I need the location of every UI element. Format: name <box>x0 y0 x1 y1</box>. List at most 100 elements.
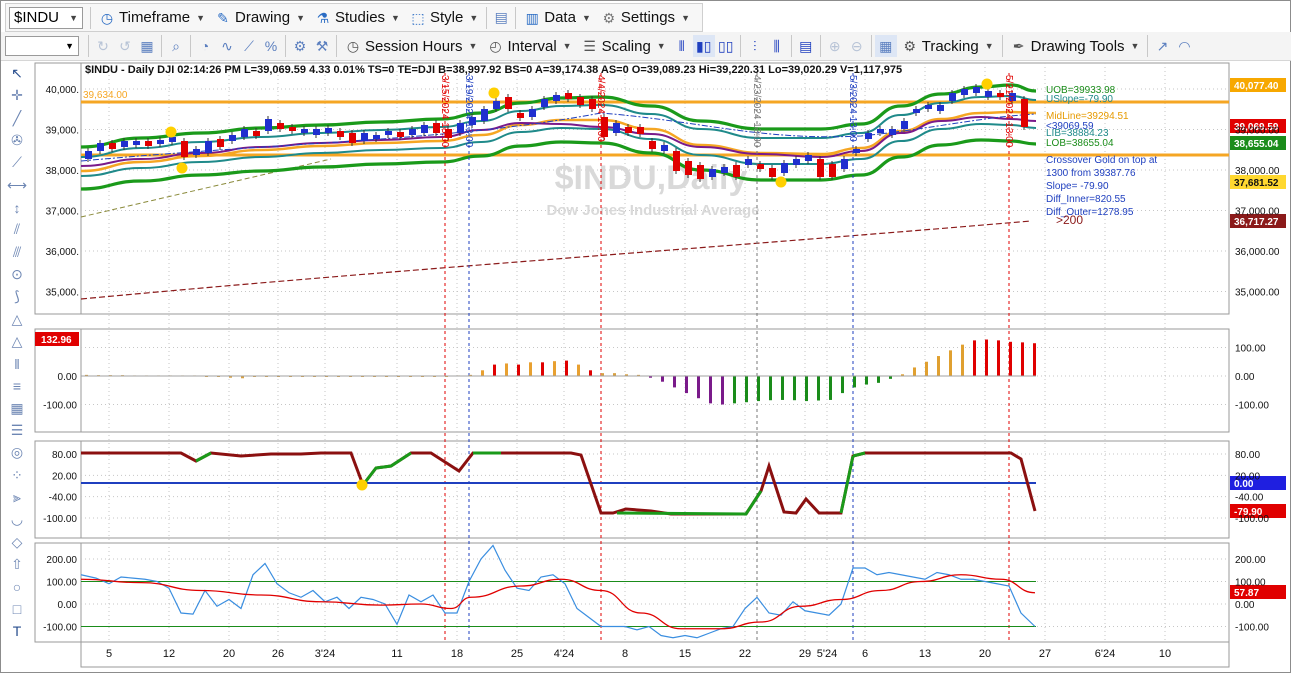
x-tick-label: 20 <box>223 648 235 660</box>
hist-bar <box>553 361 556 376</box>
hist-bar <box>685 376 688 394</box>
osc-up-segment <box>839 455 855 514</box>
candle-body <box>829 164 836 177</box>
signal-dot <box>165 126 177 138</box>
x-tick-label: 6 <box>862 648 868 660</box>
osc-left-tick: 20.00 <box>52 471 77 482</box>
candle-body <box>361 133 368 141</box>
x-tick-label: 29 <box>799 648 811 660</box>
hist-bar <box>673 376 676 388</box>
candle-body <box>193 149 200 155</box>
x-tick-label: 18 <box>451 648 463 660</box>
crossover-note-3: Slope= -79.90 <box>1046 181 1109 192</box>
osc-right-tick: 80.00 <box>1235 450 1260 461</box>
upper-inner-band <box>80 94 1037 158</box>
candle-body <box>253 131 260 136</box>
hist-bar <box>793 376 796 401</box>
x-tick-label: 13 <box>919 648 931 660</box>
osc-right-tick: 20.00 <box>1235 471 1260 482</box>
candle-body <box>397 132 404 137</box>
candle-body <box>757 164 764 169</box>
x-tick-label: 11 <box>391 648 402 660</box>
x-tick-label: 26 <box>272 648 284 660</box>
hist-bar <box>769 376 772 401</box>
price-right-tick: 37,000.00 <box>1235 207 1280 218</box>
candle-body <box>385 131 392 135</box>
price-left-tick: 40,000. <box>46 85 79 96</box>
candle-body <box>421 125 428 133</box>
hist-bar <box>661 376 664 382</box>
candle-body <box>349 133 356 143</box>
hist-bar <box>565 360 568 376</box>
hist-bar <box>505 363 508 376</box>
candle-body <box>805 155 812 161</box>
osc-right-tick: -40.00 <box>1235 493 1264 504</box>
x-tick-label: 8 <box>622 648 628 660</box>
legend-lob: LOB=38655.04 <box>1046 138 1114 149</box>
hist-bar <box>961 344 964 376</box>
panel-price-left-axis <box>34 62 82 315</box>
hist-bar <box>541 362 544 376</box>
oscillator-panel: 0.00-79.90 <box>81 451 1286 518</box>
x-tick-label: 6'24 <box>1095 648 1115 660</box>
candle-body <box>409 129 416 135</box>
price-left-tick: 37,000. <box>46 207 79 218</box>
candle-body <box>697 165 704 179</box>
candle-body <box>1021 99 1028 127</box>
candle-body <box>997 93 1004 97</box>
candle-body <box>673 151 680 171</box>
candle-body <box>145 141 152 146</box>
candle-body <box>265 119 272 131</box>
candle-body <box>649 141 656 149</box>
candle-body <box>457 123 464 133</box>
hist-badge-text: 132.96 <box>41 335 72 346</box>
candle-body <box>949 93 956 101</box>
price-badge-text: 37,681.52 <box>1234 178 1279 189</box>
candle-body <box>277 123 284 129</box>
x-tick-label: 22 <box>739 648 751 660</box>
crossover-note-2: 1300 from 39387.76 <box>1046 168 1136 179</box>
resistance-level-label: 39,634.00 <box>83 90 128 101</box>
watermark-name: Dow Jones Industrial Average <box>546 202 759 219</box>
x-tick-label: 15 <box>679 648 691 660</box>
hist-bar <box>529 362 532 376</box>
candle-body <box>613 123 620 133</box>
candle-body <box>937 105 944 111</box>
candle-body <box>481 109 488 121</box>
hist-bar <box>913 367 916 376</box>
price-right-tick: 36,000.00 <box>1235 247 1280 258</box>
cci-badge-text: 57.87 <box>1234 588 1259 599</box>
candle-body <box>217 139 224 147</box>
candle-body <box>877 129 884 133</box>
candle-body <box>661 145 668 151</box>
candle-body <box>229 135 236 141</box>
hist-bar <box>721 376 724 405</box>
cci-right-tick: 0.00 <box>1235 600 1255 611</box>
candle-body <box>841 159 848 169</box>
hist-bar <box>577 364 580 376</box>
cci-right-tick: 200.00 <box>1235 555 1266 566</box>
hist-bar <box>841 376 844 394</box>
hist-bar <box>697 376 700 399</box>
hist-bar <box>877 376 880 383</box>
candle-body <box>325 128 332 133</box>
candle-body <box>721 167 728 173</box>
candle-body <box>553 95 560 101</box>
x-tick-label: 3'24 <box>315 648 335 660</box>
x-tick-label: 10 <box>1159 648 1171 660</box>
signal-dot <box>775 176 787 188</box>
candle-body <box>889 129 896 135</box>
x-tick-label: 20 <box>979 648 991 660</box>
panel-hist-frame <box>80 328 1230 433</box>
x-tick-label: 27 <box>1039 648 1051 660</box>
hist-bar <box>589 370 592 376</box>
x-tick-label: 5'24 <box>817 648 837 660</box>
chart-canvas[interactable]: $INDU - Daily DJI 02:14:26 PM L=39,069.5… <box>1 1 1291 673</box>
osc-left-tick: -40.00 <box>49 493 78 504</box>
candle-body <box>493 101 500 109</box>
hist-left-tick: -100.00 <box>43 401 77 412</box>
hist-bar <box>493 364 496 376</box>
candle-body <box>133 141 140 145</box>
osc-right-tick: -100.00 <box>1235 514 1269 525</box>
event-vline-label: 4/23/2024 13:00 <box>751 75 762 148</box>
